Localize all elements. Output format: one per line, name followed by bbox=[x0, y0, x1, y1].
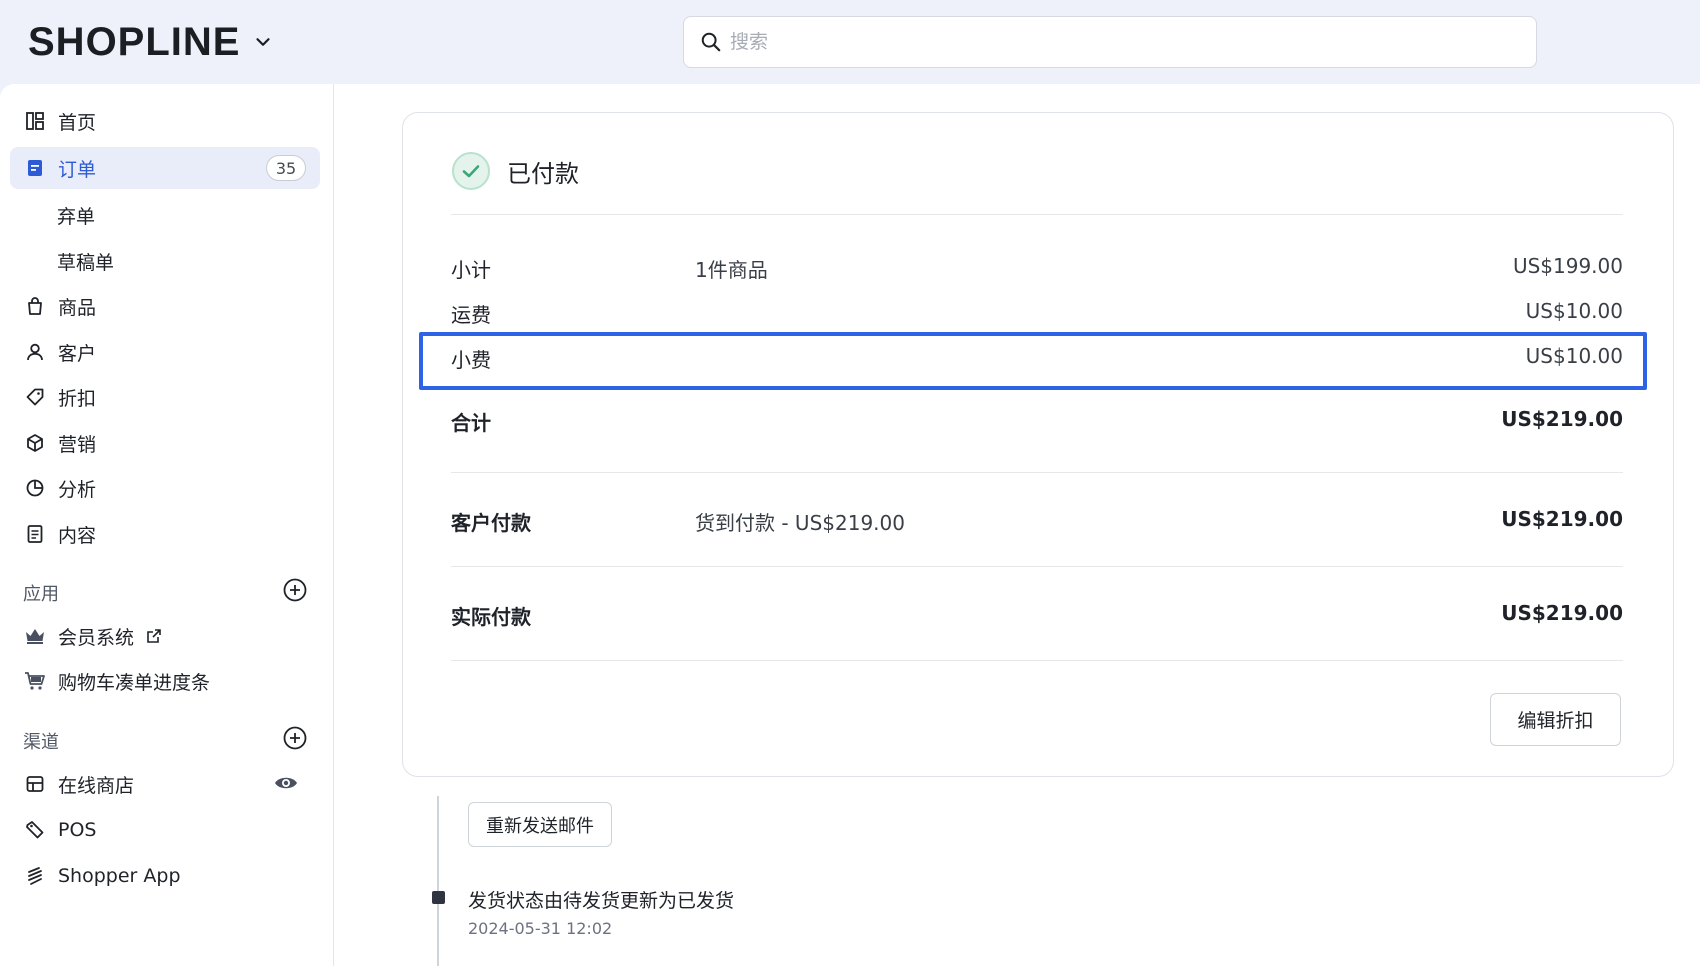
add-app-button[interactable] bbox=[282, 577, 308, 603]
sidebar-item-label: 客户 bbox=[58, 342, 97, 365]
tag-icon bbox=[24, 386, 46, 408]
sidebar-item-label: 首页 bbox=[58, 111, 97, 134]
eye-icon[interactable] bbox=[274, 773, 298, 793]
total-label: 合计 bbox=[451, 411, 491, 435]
pie-chart-icon bbox=[24, 477, 46, 499]
sidebar-item-membership[interactable]: 会员系统 bbox=[10, 615, 320, 657]
actual-paid-row: 实际付款 US$219.00 bbox=[451, 601, 1623, 635]
timeline-event-title: 发货状态由待发货更新为已发货 bbox=[468, 890, 735, 912]
main-content: 已付款 小计 1件商品 US$199.00 运费 US$10.00 小费 US$… bbox=[334, 84, 1700, 966]
sidebar-item-customers[interactable]: 客户 bbox=[10, 331, 320, 373]
orders-count-badge: 35 bbox=[266, 155, 306, 181]
payment-card: 已付款 小计 1件商品 US$199.00 运费 US$10.00 小费 US$… bbox=[402, 112, 1674, 777]
shopping-cart-icon bbox=[24, 670, 46, 692]
sidebar-item-label: 会员系统 bbox=[58, 626, 135, 649]
shipping-amount: US$10.00 bbox=[1525, 299, 1623, 323]
sidebar-item-label: 折扣 bbox=[58, 387, 97, 410]
sidebar-item-label: 购物车凑单进度条 bbox=[58, 671, 211, 694]
external-link-icon bbox=[147, 629, 161, 643]
tip-amount: US$10.00 bbox=[1525, 344, 1623, 368]
shopline-logo: SHOPLINE bbox=[28, 19, 241, 64]
subtotal-amount: US$199.00 bbox=[1512, 254, 1623, 278]
tip-label: 小费 bbox=[451, 348, 491, 372]
sidebar-item-marketing[interactable]: 营销 bbox=[10, 422, 320, 464]
payment-status-header: 已付款 bbox=[451, 151, 579, 191]
actual-paid-label: 实际付款 bbox=[451, 605, 531, 629]
store-icon bbox=[24, 773, 46, 795]
sidebar-item-home[interactable]: 首页 bbox=[10, 100, 320, 142]
orders-icon bbox=[24, 157, 46, 179]
sidebar-item-shopper-app[interactable]: Shopper App bbox=[10, 855, 320, 897]
shopping-bag-icon bbox=[24, 295, 46, 317]
divider bbox=[451, 214, 1623, 215]
divider bbox=[451, 566, 1623, 567]
sidebar-item-label: 在线商店 bbox=[58, 774, 135, 797]
sidebar-item-orders[interactable]: 订单 35 bbox=[10, 147, 320, 189]
cube-icon bbox=[24, 432, 46, 454]
total-row: 合计 US$219.00 bbox=[451, 407, 1623, 441]
tip-row: 小费 US$10.00 bbox=[451, 344, 1623, 378]
total-amount: US$219.00 bbox=[1501, 407, 1623, 431]
sidebar-item-cart-progress[interactable]: 购物车凑单进度条 bbox=[10, 660, 320, 702]
crown-icon bbox=[24, 625, 46, 647]
sidebar-item-label: 订单 bbox=[58, 158, 97, 181]
actual-paid-amount: US$219.00 bbox=[1501, 601, 1623, 625]
sidebar: 首页 订单 35 弃单 草稿单 商品 客户 折扣 营销 分析 内容 应用 会员系… bbox=[0, 84, 334, 966]
sidebar-item-label: POS bbox=[58, 819, 97, 841]
top-header: SHOPLINE bbox=[0, 0, 1700, 84]
sidebar-item-label: 营销 bbox=[58, 433, 97, 456]
sidebar-item-discounts[interactable]: 折扣 bbox=[10, 376, 320, 418]
timeline-marker bbox=[432, 891, 445, 904]
subtotal-row: 小计 1件商品 US$199.00 bbox=[451, 254, 1623, 288]
sidebar-item-products[interactable]: 商品 bbox=[10, 285, 320, 327]
sidebar-item-label: 弃单 bbox=[57, 205, 96, 228]
apps-section-label: 应用 bbox=[23, 584, 59, 605]
timeline-event-time: 2024-05-31 12:02 bbox=[468, 919, 613, 938]
add-channel-button[interactable] bbox=[282, 725, 308, 751]
shipping-label: 运费 bbox=[451, 303, 491, 327]
timeline-line bbox=[437, 796, 439, 966]
subtotal-label: 小计 bbox=[451, 258, 491, 282]
shopper-app-icon bbox=[24, 865, 46, 887]
subtotal-detail: 1件商品 bbox=[695, 258, 768, 282]
sidebar-item-label: 商品 bbox=[58, 296, 97, 319]
edit-discount-button[interactable]: 编辑折扣 bbox=[1490, 693, 1621, 746]
check-circle-icon bbox=[452, 152, 490, 190]
divider bbox=[451, 472, 1623, 473]
sidebar-item-drafts[interactable]: 草稿单 bbox=[10, 240, 320, 282]
sidebar-item-label: 草稿单 bbox=[57, 251, 115, 274]
search-input[interactable] bbox=[730, 31, 1490, 53]
user-icon bbox=[24, 341, 46, 363]
divider bbox=[451, 660, 1623, 661]
search-box[interactable] bbox=[683, 16, 1537, 68]
customer-paid-row: 客户付款 货到付款 - US$219.00 US$219.00 bbox=[451, 507, 1623, 541]
resend-email-button[interactable]: 重新发送邮件 bbox=[468, 802, 612, 847]
pos-tag-icon bbox=[24, 819, 46, 841]
document-icon bbox=[24, 523, 46, 545]
sidebar-item-online-store[interactable]: 在线商店 bbox=[10, 763, 320, 805]
sidebar-item-label: 分析 bbox=[58, 478, 97, 501]
shipping-row: 运费 US$10.00 bbox=[451, 299, 1623, 333]
chevron-down-icon bbox=[256, 38, 271, 46]
search-icon bbox=[701, 32, 721, 52]
sidebar-item-content[interactable]: 内容 bbox=[10, 513, 320, 555]
sidebar-item-label: Shopper App bbox=[58, 865, 181, 887]
sidebar-item-pos[interactable]: POS bbox=[10, 809, 320, 851]
customer-paid-detail: 货到付款 - US$219.00 bbox=[695, 511, 905, 535]
sidebar-item-analytics[interactable]: 分析 bbox=[10, 467, 320, 509]
sidebar-item-label: 内容 bbox=[58, 524, 97, 547]
store-switcher[interactable]: SHOPLINE bbox=[28, 19, 274, 64]
sidebar-item-abandoned[interactable]: 弃单 bbox=[10, 194, 320, 236]
customer-paid-label: 客户付款 bbox=[451, 511, 531, 535]
customer-paid-amount: US$219.00 bbox=[1501, 507, 1623, 531]
dashboard-icon bbox=[24, 110, 46, 132]
channels-section-label: 渠道 bbox=[23, 732, 59, 753]
payment-status-label: 已付款 bbox=[507, 159, 579, 188]
